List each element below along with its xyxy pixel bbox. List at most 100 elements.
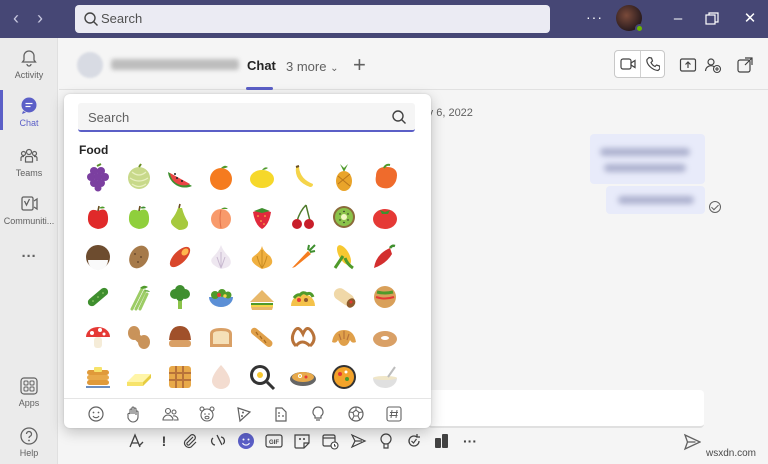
symbols-icon[interactable] bbox=[385, 405, 403, 423]
pineapple-emoji[interactable] bbox=[329, 162, 359, 192]
updates-icon[interactable] bbox=[405, 432, 423, 450]
onion-emoji[interactable] bbox=[247, 242, 277, 272]
broccoli-emoji[interactable] bbox=[165, 282, 195, 312]
stream-icon[interactable] bbox=[349, 432, 367, 450]
video-call-icon[interactable] bbox=[620, 57, 636, 71]
rail-item-help[interactable]: Help bbox=[0, 426, 58, 464]
objects-icon[interactable] bbox=[347, 405, 365, 423]
corn-emoji[interactable] bbox=[329, 242, 359, 272]
gif-icon[interactable]: GIF bbox=[265, 432, 283, 450]
activity-icon[interactable] bbox=[309, 405, 327, 423]
sandwich-emoji[interactable] bbox=[247, 282, 277, 312]
travel-icon[interactable] bbox=[272, 405, 290, 423]
red-apple-emoji[interactable] bbox=[83, 202, 113, 232]
tomato-emoji[interactable] bbox=[370, 202, 400, 232]
audio-call-icon[interactable] bbox=[646, 56, 660, 72]
waffle-emoji[interactable] bbox=[165, 362, 195, 392]
hand-icon[interactable] bbox=[125, 405, 143, 423]
share-screen-icon[interactable] bbox=[679, 56, 697, 74]
hot-pepper-emoji[interactable] bbox=[370, 242, 400, 272]
rail-item-teams[interactable]: Teams bbox=[0, 146, 58, 190]
butter-emoji[interactable] bbox=[124, 362, 154, 392]
restore-icon[interactable] bbox=[702, 9, 722, 29]
rail-item-communities[interactable]: Communiti... bbox=[0, 194, 58, 238]
mushroom-emoji[interactable] bbox=[83, 322, 113, 352]
important-icon[interactable]: ! bbox=[155, 432, 173, 450]
sweet-potato-emoji[interactable] bbox=[165, 242, 195, 272]
kiwi-emoji[interactable] bbox=[329, 202, 359, 232]
cucumber-emoji[interactable] bbox=[83, 282, 113, 312]
back-icon[interactable]: ‹ bbox=[6, 9, 26, 29]
praise-icon[interactable] bbox=[377, 432, 395, 450]
smileys-icon[interactable] bbox=[87, 405, 105, 423]
emoji-search-input[interactable]: Search bbox=[78, 103, 415, 132]
shallow-pan-of-food-emoji[interactable] bbox=[288, 362, 318, 392]
celery-emoji[interactable] bbox=[124, 282, 154, 312]
pop-out-icon[interactable] bbox=[736, 56, 754, 74]
people-icon[interactable] bbox=[161, 405, 179, 423]
baguette-emoji[interactable] bbox=[247, 322, 277, 352]
contact-avatar[interactable] bbox=[77, 52, 103, 78]
peach-emoji[interactable] bbox=[206, 202, 236, 232]
tab-chat[interactable]: Chat bbox=[247, 58, 276, 73]
minimize-icon[interactable]: – bbox=[668, 9, 688, 29]
bagel-emoji[interactable] bbox=[370, 322, 400, 352]
paella-emoji[interactable] bbox=[329, 362, 359, 392]
bread-emoji[interactable] bbox=[206, 322, 236, 352]
forms-icon[interactable] bbox=[433, 432, 451, 450]
stuffed-flatbread-emoji[interactable] bbox=[370, 282, 400, 312]
add-tab-button[interactable]: + bbox=[353, 52, 366, 78]
message-bubble[interactable] bbox=[606, 186, 705, 214]
more-options-icon[interactable]: ··· bbox=[586, 9, 603, 25]
bowl-with-spoon-emoji[interactable] bbox=[370, 362, 400, 392]
search-placeholder: Search bbox=[101, 11, 143, 26]
rail-item-apps[interactable]: Apps bbox=[0, 376, 58, 420]
cherries-emoji[interactable] bbox=[288, 202, 318, 232]
melon-emoji[interactable] bbox=[124, 162, 154, 192]
egg-emoji[interactable] bbox=[206, 362, 236, 392]
watermelon-emoji[interactable] bbox=[165, 162, 195, 192]
pretzel-emoji[interactable] bbox=[288, 322, 318, 352]
more-apps-icon[interactable]: ··· bbox=[0, 248, 58, 292]
loop-icon[interactable] bbox=[209, 432, 227, 450]
grapes-emoji[interactable] bbox=[83, 162, 113, 192]
food-icon[interactable] bbox=[235, 405, 253, 423]
search-input[interactable]: Search bbox=[75, 5, 550, 33]
potato-emoji[interactable] bbox=[124, 242, 154, 272]
green-apple-emoji[interactable] bbox=[124, 202, 154, 232]
carrot-emoji[interactable] bbox=[288, 242, 318, 272]
profile-avatar[interactable] bbox=[616, 5, 644, 33]
croissant-emoji[interactable] bbox=[329, 322, 359, 352]
animal-icon[interactable] bbox=[198, 405, 216, 423]
cooking-emoji[interactable] bbox=[247, 362, 277, 392]
emoji-icon[interactable] bbox=[237, 432, 255, 450]
coconut-emoji[interactable] bbox=[83, 242, 113, 272]
garlic-emoji[interactable] bbox=[206, 242, 236, 272]
send-icon[interactable] bbox=[683, 433, 701, 451]
sticker-icon[interactable] bbox=[293, 432, 311, 450]
salad-emoji[interactable] bbox=[206, 282, 236, 312]
schedule-meeting-icon[interactable] bbox=[321, 432, 339, 450]
more-actions-icon[interactable]: ··· bbox=[461, 432, 479, 450]
rail-item-activity[interactable]: Activity bbox=[0, 48, 58, 92]
chestnut-emoji[interactable] bbox=[165, 322, 195, 352]
attach-icon[interactable] bbox=[181, 432, 199, 450]
banana-emoji[interactable] bbox=[288, 162, 318, 192]
burrito-emoji[interactable] bbox=[329, 282, 359, 312]
mango-emoji[interactable] bbox=[370, 162, 400, 192]
pancakes-emoji[interactable] bbox=[83, 362, 113, 392]
compose-box[interactable] bbox=[428, 390, 704, 428]
lemon-emoji[interactable] bbox=[247, 162, 277, 192]
pear-emoji[interactable] bbox=[165, 202, 195, 232]
forward-icon[interactable]: › bbox=[30, 9, 50, 29]
close-icon[interactable]: ✕ bbox=[740, 9, 760, 29]
tab-more[interactable]: 3 more ⌄ bbox=[286, 59, 338, 74]
strawberry-emoji[interactable] bbox=[247, 202, 277, 232]
message-bubble[interactable] bbox=[590, 134, 705, 184]
taco-emoji[interactable] bbox=[288, 282, 318, 312]
peanuts-emoji[interactable] bbox=[124, 322, 154, 352]
add-people-icon[interactable] bbox=[704, 56, 722, 74]
rail-item-chat[interactable]: Chat bbox=[0, 96, 58, 140]
tangerine-emoji[interactable] bbox=[206, 162, 236, 192]
format-icon[interactable] bbox=[127, 432, 145, 450]
